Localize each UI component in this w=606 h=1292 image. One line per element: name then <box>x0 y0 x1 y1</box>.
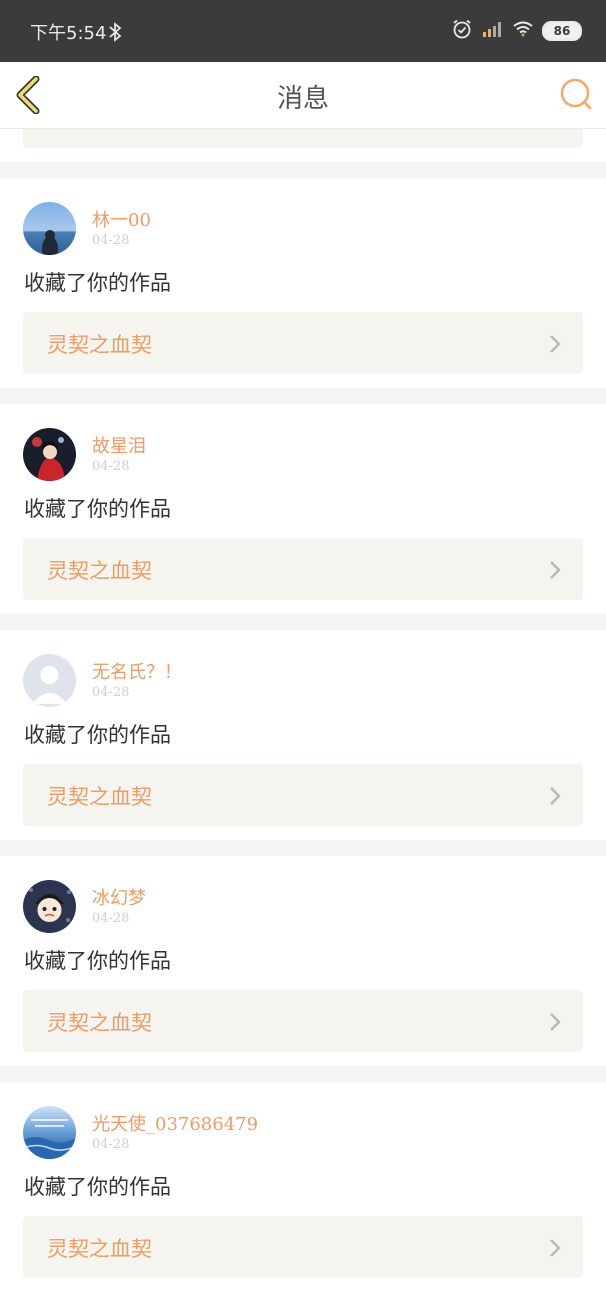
message-text: 收藏了你的作品 <box>24 497 171 521</box>
avatar[interactable] <box>23 654 76 707</box>
alarm-icon <box>451 18 473 44</box>
message-text: 收藏了你的作品 <box>24 271 171 295</box>
signal-icon <box>482 21 504 41</box>
battery-icon: 86 <box>542 21 582 41</box>
work-card[interactable]: 灵契之血契 <box>23 764 583 826</box>
user-name[interactable]: 无名氏？！ <box>92 658 182 684</box>
list-item: 光天使_037686479 04-28 收藏了你的作品 灵契之血契 <box>0 1082 606 1292</box>
chevron-right-icon <box>549 1238 561 1262</box>
list-item: 林一00 04-28 收藏了你的作品 灵契之血契 <box>0 178 606 388</box>
divider <box>0 840 606 856</box>
page-title: 消息 <box>276 84 329 114</box>
work-card[interactable]: 灵契之血契 <box>23 1216 583 1278</box>
user-name[interactable]: 故星泪 <box>92 432 146 458</box>
work-title: 灵契之血契 <box>47 1237 152 1261</box>
work-card[interactable]: 灵契之血契 <box>23 538 583 600</box>
work-title: 灵契之血契 <box>47 1011 152 1035</box>
work-card[interactable]: 灵契之血契 <box>23 312 583 374</box>
divider <box>0 162 606 178</box>
divider <box>0 388 606 404</box>
message-date: 04-28 <box>92 911 130 926</box>
avatar[interactable] <box>23 202 76 255</box>
message-date: 04-28 <box>92 459 130 474</box>
user-name[interactable]: 光天使_037686479 <box>92 1110 258 1136</box>
divider <box>0 614 606 630</box>
list-item: 冰幻梦 04-28 收藏了你的作品 灵契之血契 <box>0 856 606 1066</box>
status-bar: 下午5:54 86 <box>0 0 606 62</box>
message-list: 林一00 04-28 收藏了你的作品 灵契之血契 故星泪 04-28 收藏了你的… <box>0 162 606 1292</box>
chevron-right-icon <box>549 786 561 810</box>
nav-bar: 消息 <box>0 62 606 129</box>
work-card[interactable]: 灵契之血契 <box>23 990 583 1052</box>
chevron-right-icon <box>549 560 561 584</box>
user-name[interactable]: 冰幻梦 <box>92 884 146 910</box>
message-date: 04-28 <box>92 685 130 700</box>
user-name[interactable]: 林一00 <box>92 206 151 232</box>
divider <box>0 1066 606 1082</box>
message-text: 收藏了你的作品 <box>24 723 171 747</box>
chevron-right-icon <box>549 334 561 358</box>
list-item: 无名氏？！ 04-28 收藏了你的作品 灵契之血契 <box>0 630 606 840</box>
avatar[interactable] <box>23 428 76 481</box>
message-text: 收藏了你的作品 <box>24 949 171 973</box>
message-date: 04-28 <box>92 233 130 248</box>
avatar[interactable] <box>23 880 76 933</box>
wifi-icon <box>513 21 533 41</box>
message-date: 04-28 <box>92 1137 130 1152</box>
work-title: 灵契之血契 <box>47 785 152 809</box>
work-title: 灵契之血契 <box>47 333 152 357</box>
bluetooth-icon <box>108 22 122 46</box>
list-item: 故星泪 04-28 收藏了你的作品 灵契之血契 <box>0 404 606 614</box>
work-title: 灵契之血契 <box>47 559 152 583</box>
avatar[interactable] <box>23 1106 76 1159</box>
message-text: 收藏了你的作品 <box>24 1175 171 1199</box>
previous-work-card[interactable] <box>23 129 583 148</box>
search-icon[interactable] <box>558 76 594 112</box>
chevron-right-icon <box>549 1012 561 1036</box>
status-time: 下午5:54 <box>30 23 107 44</box>
